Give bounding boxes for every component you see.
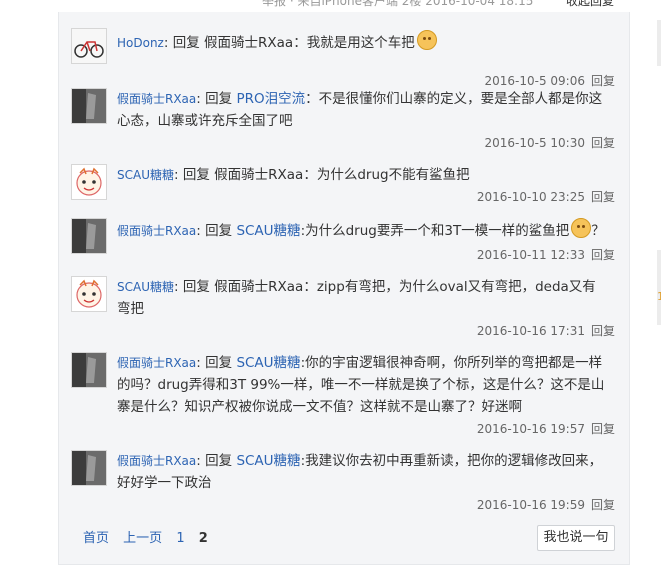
reply-target: 假面骑士RXaa	[214, 279, 304, 295]
comment-body: 假面骑士RXaa: 回复 SCAU糖糖:你的宇宙逻辑很神奇啊，你所列举的弯把都是…	[117, 352, 607, 418]
reply-word: 回复	[205, 91, 233, 107]
avatar[interactable]	[71, 450, 107, 486]
comment-author[interactable]: 假面骑士RXaa	[117, 224, 196, 238]
comment-meta: 2016-10-16 19:59 回复	[477, 496, 615, 513]
right-sidebar-edge: 1	[645, 0, 661, 570]
collapse-replies-link[interactable]: 收起回复	[566, 0, 614, 9]
comment-time: 2016-10-16 17:31	[476, 324, 585, 338]
smiley-emoji-icon	[416, 30, 437, 50]
comment-author[interactable]: HoDonz	[117, 36, 164, 50]
comment-body: SCAU糖糖: 回复 假面骑士RXaa：zipp有弯把，为什么oval又有弯把，…	[117, 276, 607, 320]
page-2-current: 2	[198, 531, 208, 546]
sidebar-edge-block	[657, 250, 661, 325]
rider-avatar-icon	[72, 219, 106, 253]
reply-link[interactable]: 回复	[591, 136, 615, 150]
reply-target: 假面骑士RXaa	[204, 35, 294, 51]
cartoon-avatar-icon	[72, 165, 106, 199]
comment-time: 2016-10-16 19:59	[476, 498, 585, 512]
page-prev-link[interactable]: 上一页	[123, 531, 162, 546]
say-something-button[interactable]: 我也说一句	[537, 525, 615, 551]
rider-avatar-icon	[72, 89, 106, 123]
pagination: 首页 上一页 1 2	[83, 527, 218, 546]
reply-link[interactable]: 回复	[591, 248, 615, 262]
comment-time: 2016-10-16 19:57	[476, 422, 585, 436]
comment-body: 假面骑士RXaa: 回复 SCAU糖糖:为什么drug要弄一个和3T一模一样的鲨…	[117, 218, 607, 242]
comment-author[interactable]: SCAU糖糖	[117, 280, 174, 294]
separator: :	[174, 279, 179, 295]
separator: :	[196, 91, 201, 107]
reply-link[interactable]: 回复	[591, 498, 615, 512]
reply-word: 回复	[205, 453, 233, 469]
bike-avatar-icon	[72, 29, 106, 63]
comment-meta: 2016-10-5 09:06 回复	[484, 72, 615, 89]
sidebar-edge-mark: 1	[657, 290, 661, 303]
avatar[interactable]	[71, 164, 107, 200]
avatar[interactable]	[71, 218, 107, 254]
avatar[interactable]	[71, 352, 107, 388]
reply-word: 回复	[172, 35, 200, 51]
avatar[interactable]	[71, 276, 107, 312]
avatar[interactable]	[71, 28, 107, 64]
separator: :	[196, 223, 201, 239]
reply-target[interactable]: SCAU糖糖	[236, 223, 300, 239]
separator: :	[163, 35, 169, 51]
comment-meta: 2016-10-11 12:33 回复	[477, 246, 615, 263]
reply-link[interactable]: 回复	[591, 190, 615, 204]
reply-link[interactable]: 回复	[591, 74, 615, 88]
comment-meta: 2016-10-16 17:31 回复	[477, 322, 615, 339]
page-first-link[interactable]: 首页	[83, 531, 109, 546]
comment-body: 假面骑士RXaa: 回复 SCAU糖糖:我建议你去初中再重新读，把你的逻辑修改回…	[117, 450, 607, 494]
reply-word: 回复	[205, 223, 233, 239]
comment-body: 假面骑士RXaa: 回复 PRO泪空流：不是很懂你们山寨的定义，要是全部人都是你…	[117, 88, 607, 132]
comment-meta: 2016-10-16 19:57 回复	[477, 420, 615, 437]
avatar[interactable]	[71, 88, 107, 124]
comment-author[interactable]: 假面骑士RXaa	[117, 356, 196, 370]
separator: :	[196, 453, 201, 469]
previous-post-footer: 举报 · 来自iPhone客户端 2楼 2016-10-04 18:15 收起回…	[0, 0, 661, 12]
comment-meta: 2016-10-10 23:25 回复	[477, 188, 615, 205]
comment-text: ：为什么drug不能有鲨鱼把	[303, 167, 470, 183]
rider-avatar-icon	[72, 353, 106, 387]
reply-link[interactable]: 回复	[591, 422, 615, 436]
separator: :	[174, 167, 179, 183]
comment-author[interactable]: 假面骑士RXaa	[117, 454, 196, 468]
smiley-emoji-icon	[571, 218, 592, 238]
reply-word: 回复	[182, 279, 210, 295]
comment-suffix: ？	[591, 223, 605, 239]
comment-author[interactable]: 假面骑士RXaa	[117, 92, 196, 106]
comment-time: 2016-10-5 10:30	[484, 136, 585, 150]
reply-target[interactable]: SCAU糖糖	[236, 453, 300, 469]
rider-avatar-icon	[72, 451, 106, 485]
sidebar-edge-block	[657, 20, 661, 66]
reply-word: 回复	[182, 167, 210, 183]
reply-target: 假面骑士RXaa	[214, 167, 304, 183]
reply-word: 回复	[205, 355, 233, 371]
reply-target[interactable]: SCAU糖糖	[236, 355, 300, 371]
comment-panel: HoDonz: 回复 假面骑士RXaa：我就是用这个车把 2016-10-5 0…	[58, 12, 630, 565]
page-1-link[interactable]: 1	[176, 531, 184, 546]
comment-time: 2016-10-10 23:25	[476, 190, 585, 204]
comment-meta: 2016-10-5 10:30 回复	[484, 134, 615, 151]
comment-text: :为什么drug要弄一个和3T一模一样的鲨鱼把	[300, 223, 570, 239]
separator: :	[196, 355, 201, 371]
comment-body: HoDonz: 回复 假面骑士RXaa：我就是用这个车把	[117, 30, 607, 54]
comment-text: ：我就是用这个车把	[293, 35, 415, 51]
comment-author[interactable]: SCAU糖糖	[117, 168, 174, 182]
comment-time: 2016-10-5 09:06	[484, 74, 585, 88]
comment-time: 2016-10-11 12:33	[476, 248, 585, 262]
post-meta-cut: 举报 · 来自iPhone客户端 2楼 2016-10-04 18:15	[262, 0, 534, 8]
comment-body: SCAU糖糖: 回复 假面骑士RXaa：为什么drug不能有鲨鱼把	[117, 164, 607, 186]
cartoon-avatar-icon	[72, 277, 106, 311]
reply-target[interactable]: PRO泪空流	[236, 91, 305, 107]
reply-link[interactable]: 回复	[591, 324, 615, 338]
